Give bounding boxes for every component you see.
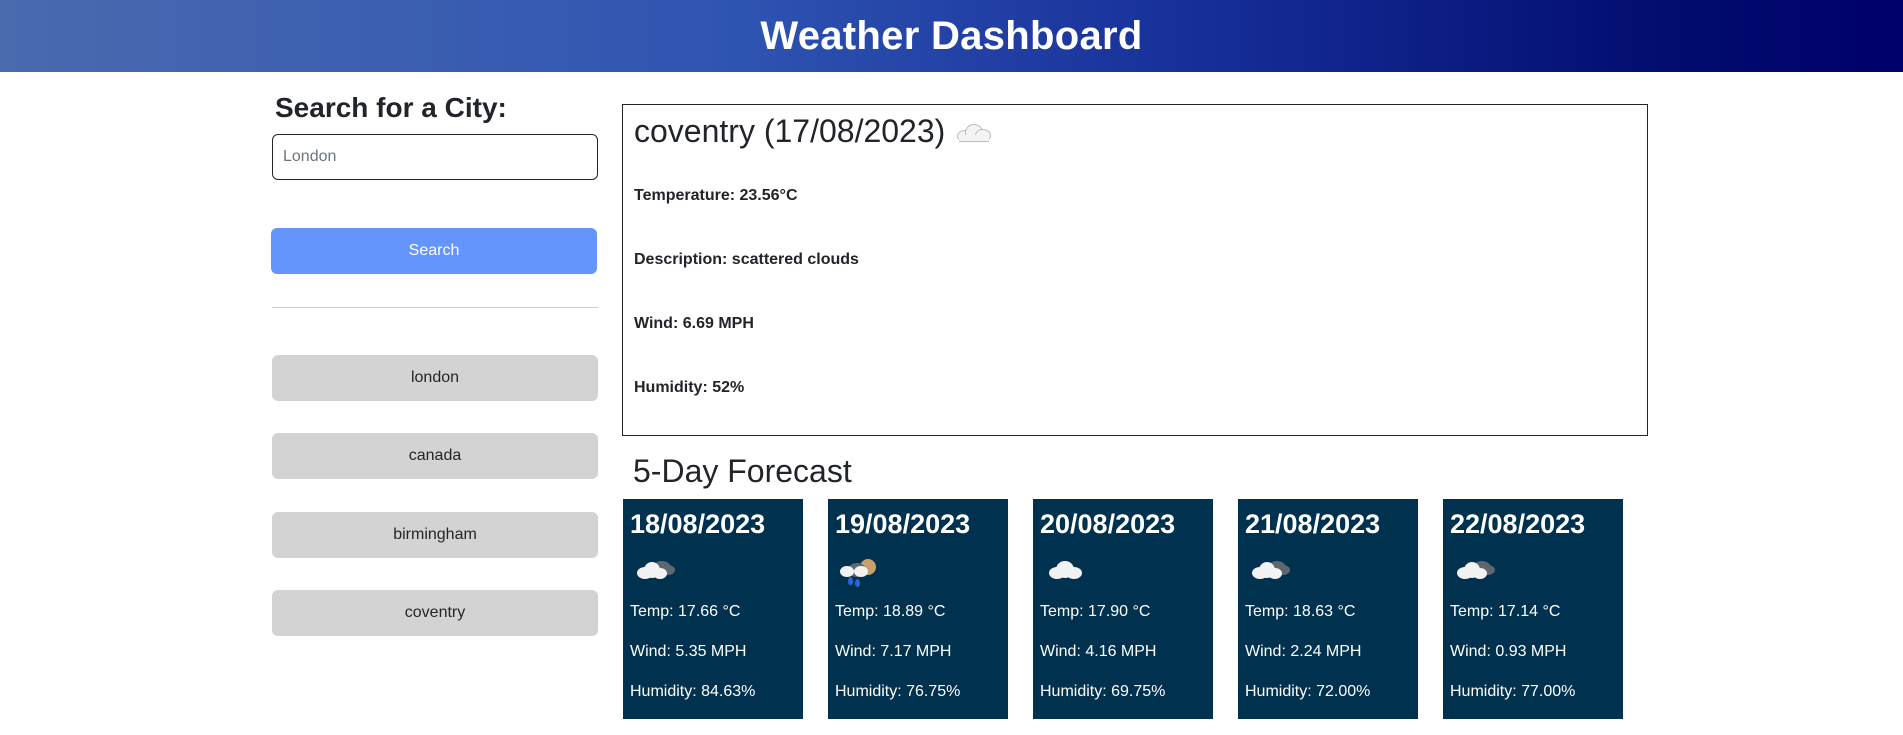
- forecast-card: 19/08/2023 Temp: 18.89 °C Wind: 7.17 MPH…: [828, 499, 1008, 719]
- forecast-date: 19/08/2023: [835, 509, 971, 539]
- rain-icon: [838, 557, 882, 587]
- sidebar-divider: [272, 307, 598, 308]
- forecast-date: 22/08/2023: [1450, 509, 1586, 539]
- cloud-icon: [1043, 557, 1087, 585]
- forecast-humidity: Humidity: 76.75%: [835, 683, 961, 700]
- history-item-birmingham[interactable]: birmingham: [272, 512, 598, 558]
- broken-clouds-icon: [633, 557, 677, 585]
- forecast-humidity: Humidity: 72.00%: [1245, 683, 1371, 700]
- header-bar: Weather Dashboard: [0, 0, 1903, 72]
- current-wind: Wind: 6.69 MPH: [634, 315, 754, 332]
- forecast-date: 20/08/2023: [1040, 509, 1176, 539]
- forecast-temp: Temp: 18.89 °C: [835, 603, 946, 620]
- current-humidity: Humidity: 52%: [634, 379, 745, 396]
- forecast-card: 18/08/2023 Temp: 17.66 °C Wind: 5.35 MPH…: [623, 499, 803, 719]
- forecast-date: 21/08/2023: [1245, 509, 1381, 539]
- forecast-humidity: Humidity: 69.75%: [1040, 683, 1166, 700]
- forecast-wind: Wind: 2.24 MPH: [1245, 643, 1362, 660]
- forecast-wind: Wind: 0.93 MPH: [1450, 643, 1567, 660]
- forecast-wind: Wind: 7.17 MPH: [835, 643, 952, 660]
- history-item-coventry[interactable]: coventry: [272, 590, 598, 636]
- current-temperature: Temperature: 23.56°C: [634, 187, 798, 204]
- broken-clouds-icon: [1453, 557, 1497, 585]
- search-button[interactable]: Search: [271, 228, 597, 274]
- forecast-wind: Wind: 5.35 MPH: [630, 643, 747, 660]
- broken-clouds-icon: [1248, 557, 1292, 585]
- forecast-card: 20/08/2023 Temp: 17.90 °C Wind: 4.16 MPH…: [1033, 499, 1213, 719]
- forecast-wind: Wind: 4.16 MPH: [1040, 643, 1157, 660]
- cloud-icon: [955, 122, 992, 142]
- current-weather-title: coventry (17/08/2023): [634, 113, 992, 150]
- search-heading: Search for a City:: [275, 92, 507, 123]
- forecast-date: 18/08/2023: [630, 509, 766, 539]
- page-title: Weather Dashboard: [760, 13, 1143, 58]
- current-description: Description: scattered clouds: [634, 251, 859, 268]
- history-item-london[interactable]: london: [272, 355, 598, 401]
- current-city-date: coventry (17/08/2023): [634, 113, 946, 149]
- forecast-heading: 5-Day Forecast: [633, 453, 852, 489]
- forecast-temp: Temp: 17.66 °C: [630, 603, 741, 620]
- forecast-card: 21/08/2023 Temp: 18.63 °C Wind: 2.24 MPH…: [1238, 499, 1418, 719]
- forecast-temp: Temp: 17.14 °C: [1450, 603, 1561, 620]
- search-input[interactable]: [272, 134, 598, 180]
- forecast-temp: Temp: 17.90 °C: [1040, 603, 1151, 620]
- history-item-canada[interactable]: canada: [272, 433, 598, 479]
- forecast-temp: Temp: 18.63 °C: [1245, 603, 1356, 620]
- forecast-card: 22/08/2023 Temp: 17.14 °C Wind: 0.93 MPH…: [1443, 499, 1623, 719]
- forecast-humidity: Humidity: 84.63%: [630, 683, 756, 700]
- forecast-humidity: Humidity: 77.00%: [1450, 683, 1576, 700]
- current-weather-panel: coventry (17/08/2023) Temperature: 23.56…: [622, 104, 1648, 436]
